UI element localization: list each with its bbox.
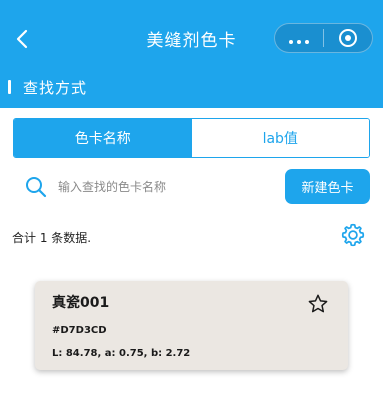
capsule-menu <box>274 23 373 53</box>
color-card-item[interactable]: 真瓷001 #D7D3CD L: 84.78, a: 0.75, b: 2.72 <box>35 281 348 370</box>
search-row: 新建色卡 <box>0 168 383 206</box>
star-icon[interactable] <box>307 293 329 315</box>
section-accent-bar <box>8 80 11 94</box>
header-bar: 美缝剂色卡 查找方式 <box>0 0 383 108</box>
tab-lab-value[interactable]: lab值 <box>191 119 369 157</box>
tab-color-card-name[interactable]: 色卡名称 <box>14 119 192 157</box>
gear-icon[interactable] <box>340 222 366 248</box>
new-color-card-button[interactable]: 新建色卡 <box>285 169 370 204</box>
color-card-lab: L: 84.78, a: 0.75, b: 2.72 <box>52 348 191 359</box>
section-title: 查找方式 <box>23 78 88 97</box>
more-button[interactable] <box>275 24 323 52</box>
target-circle-icon <box>339 29 357 47</box>
close-miniprogram-button[interactable] <box>324 24 372 52</box>
section-header: 查找方式 <box>0 72 87 102</box>
color-card-hex: #D7D3CD <box>52 325 107 336</box>
search-icon <box>26 177 47 198</box>
color-card-name: 真瓷001 <box>52 295 110 311</box>
more-dots-icon <box>287 29 311 48</box>
search-mode-tabs: 色卡名称 lab值 <box>13 118 370 158</box>
search-input[interactable] <box>58 174 273 200</box>
result-count: 合计 1 条数据. <box>12 231 92 245</box>
